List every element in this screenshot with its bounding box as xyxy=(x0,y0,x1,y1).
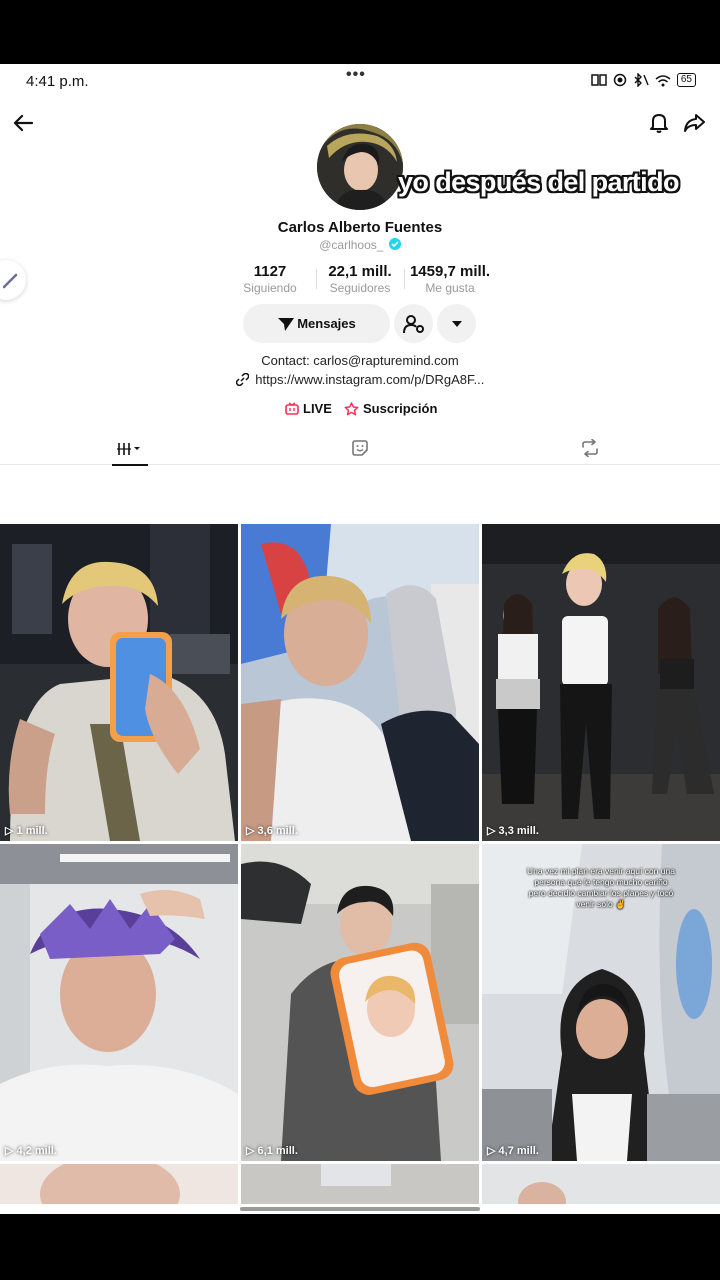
star-icon xyxy=(344,401,359,415)
live-badge[interactable]: LIVE xyxy=(285,401,332,416)
followers-count: 22,1 mill. xyxy=(328,263,392,280)
avatar-photo xyxy=(317,124,403,210)
grid-filter-icon xyxy=(117,443,140,455)
live-label: LIVE xyxy=(303,401,332,416)
stat-followers[interactable]: 22,1 mill. Seguidores xyxy=(318,263,402,295)
likes-label: Me gusta xyxy=(425,281,475,295)
share-button[interactable] xyxy=(681,109,707,137)
stat-likes[interactable]: 1459,7 mill. Me gusta xyxy=(405,263,495,295)
clock: 4:41 p.m. xyxy=(26,73,89,90)
video-tile[interactable]: ▷ 4,2 mill. xyxy=(0,844,238,1161)
bell-icon xyxy=(650,114,668,133)
stat-divider xyxy=(316,269,317,289)
more-dots-icon[interactable]: ••• xyxy=(346,66,366,84)
view-count: 3,3 mill. xyxy=(498,825,539,837)
content-tabs xyxy=(0,428,720,466)
view-count: 1 mill. xyxy=(16,825,48,837)
video-thumbnail xyxy=(0,1164,238,1204)
view-count-row: ▷ 6,1 mill. xyxy=(246,1145,298,1157)
following-count: 1127 xyxy=(253,263,287,280)
subscription-label: Suscripción xyxy=(363,401,438,416)
status-bar: 4:41 p.m. ••• 65 xyxy=(0,64,720,100)
status-icons: 65 xyxy=(591,73,696,87)
follow-settings-button[interactable] xyxy=(394,304,433,343)
video-tile-partial[interactable] xyxy=(241,1164,479,1204)
view-count-row: ▷ 4,7 mill. xyxy=(487,1145,539,1157)
profile-name: Carlos Alberto Fuentes xyxy=(277,219,443,236)
view-count: 4,7 mill. xyxy=(498,1145,539,1157)
profile-avatar[interactable] xyxy=(317,124,403,210)
video-tile[interactable]: ▷ 6,1 mill. xyxy=(241,844,479,1161)
book-icon xyxy=(591,74,607,86)
view-count-row: ▷ 3,6 mill. xyxy=(246,825,298,837)
view-count-row: ▷ 1 mill. xyxy=(5,825,48,837)
video-thumbnail xyxy=(482,524,720,841)
send-icon xyxy=(278,317,295,331)
home-indicator[interactable] xyxy=(240,1207,480,1211)
bio-link-row[interactable]: https://www.instagram.com/p/DRgA8F... xyxy=(0,372,720,387)
share-arrow-icon xyxy=(684,114,705,132)
pencil-icon xyxy=(2,273,18,289)
arrow-left-icon xyxy=(13,114,34,132)
tab-videos[interactable] xyxy=(112,434,148,466)
view-count: 4,2 mill. xyxy=(16,1145,57,1157)
video-tile-partial[interactable] xyxy=(0,1164,238,1204)
bio-link[interactable]: https://www.instagram.com/p/DRgA8F... xyxy=(255,372,484,387)
wifi-icon xyxy=(655,74,671,86)
messages-button[interactable]: Mensajes xyxy=(243,304,390,343)
video-thumbnail xyxy=(0,844,238,1161)
repost-icon xyxy=(582,439,598,457)
video-tile[interactable]: ▷ 3,3 mill. xyxy=(482,524,720,841)
view-count-row: ▷ 3,3 mill. xyxy=(487,825,539,837)
video-thumbnail xyxy=(241,524,479,841)
video-thumbnail xyxy=(482,1164,720,1204)
user-gear-icon xyxy=(402,314,424,333)
video-tile[interactable]: Una vez mi plan era venir aquí con una p… xyxy=(482,844,720,1161)
subscription-badge[interactable]: Suscripción xyxy=(344,401,437,416)
sticker-icon xyxy=(352,440,368,456)
profile-handle: @carlhoos_ xyxy=(319,238,384,252)
view-count: 3,6 mill. xyxy=(257,825,298,837)
video-overlay-text: Una vez mi plan era venir aquí con una p… xyxy=(527,866,675,909)
followers-label: Seguidores xyxy=(329,281,391,295)
video-tile[interactable]: ▷ 1 mill. xyxy=(0,524,238,841)
tab-favorites[interactable] xyxy=(346,434,374,462)
bluetooth-mute-icon xyxy=(634,73,649,87)
avatar-caption-overlay: yo después del partido xyxy=(398,167,679,197)
more-options-button[interactable] xyxy=(437,304,476,343)
floating-edit-button[interactable] xyxy=(0,260,26,300)
messages-label: Mensajes xyxy=(297,316,356,331)
video-tile-partial[interactable] xyxy=(482,1164,720,1204)
record-icon xyxy=(613,73,627,87)
battery-level: 65 xyxy=(676,73,696,87)
live-tv-icon xyxy=(285,402,299,415)
likes-count: 1459,7 mill. xyxy=(409,263,491,280)
back-button[interactable] xyxy=(10,110,36,136)
following-label: Siguiendo xyxy=(243,281,297,295)
video-thumbnail xyxy=(0,524,238,841)
tab-reposts[interactable] xyxy=(576,434,604,462)
profile-handle-row: @carlhoos_ xyxy=(0,238,720,252)
video-thumbnail xyxy=(241,844,479,1161)
profile-screen: 4:41 p.m. ••• 65 yo después del partido xyxy=(0,64,720,1214)
view-count: 6,1 mill. xyxy=(257,1145,298,1157)
caret-down-icon xyxy=(451,320,462,327)
stat-following[interactable]: 1127 Siguiendo xyxy=(235,263,305,295)
link-icon xyxy=(235,372,250,387)
notifications-button[interactable] xyxy=(646,109,672,137)
bio-contact: Contact: carlos@rapturemind.com xyxy=(261,353,459,368)
video-tile[interactable]: ▷ 3,6 mill. xyxy=(241,524,479,841)
video-thumbnail xyxy=(241,1164,479,1204)
view-count-row: ▷ 4,2 mill. xyxy=(5,1145,57,1157)
verified-badge-icon xyxy=(388,238,401,250)
